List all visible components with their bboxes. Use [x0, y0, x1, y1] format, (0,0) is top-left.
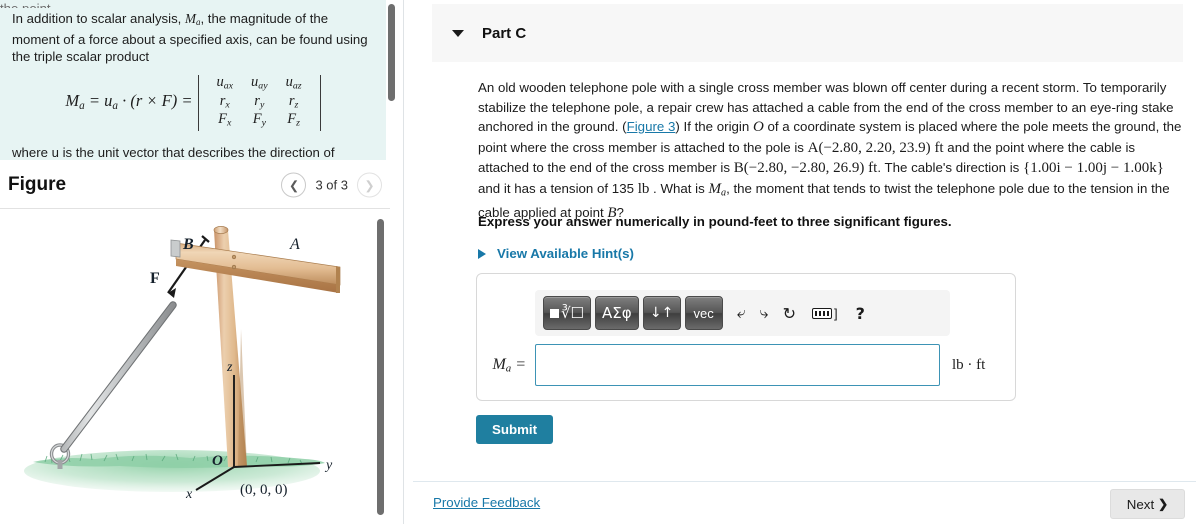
figure-scrollbar-thumb[interactable]	[377, 219, 384, 515]
label-axis-y: y	[324, 458, 333, 473]
right-panel: Part C An old wooden telephone pole with…	[405, 0, 1200, 524]
nth-root-icon: ∛☐	[561, 304, 585, 322]
filled-square-icon	[550, 308, 559, 318]
unit-ft-a: ft	[930, 139, 944, 156]
answer-entry-card: ∛☐ ΑΣφ ↓↑ vec ⤶ ⤷ ↻ ] ? Ma = lb · ft	[476, 273, 1016, 401]
provide-feedback-link[interactable]: Provide Feedback	[433, 495, 540, 510]
intro-paragraph: In addition to scalar analysis, Ma, the …	[12, 10, 374, 65]
figure-navigation: ❮ 3 of 3 ❯	[281, 172, 382, 198]
keyboard-icon[interactable]: ]	[812, 306, 838, 321]
question-sentence-2: ) If the origin	[675, 119, 753, 134]
keyboard-bracket: ]	[834, 305, 838, 321]
part-c-header[interactable]: Part C	[432, 4, 1183, 62]
label-point-A: A	[289, 236, 300, 253]
question-sentence-5: . The cable's direction is	[877, 160, 1024, 175]
where-clause-clipped: where u is the unit vector that describe…	[12, 145, 335, 160]
telephone-pole-diagram: B A F z y x O (0, 0, 0)	[24, 226, 341, 502]
label-axis-x: x	[185, 487, 193, 502]
answer-input-row: Ma = lb · ft	[477, 344, 1015, 386]
matrix-row: Fx Fy Fz	[218, 111, 300, 129]
question-sentence-7: . What is	[649, 180, 709, 196]
reset-icon[interactable]: ↻	[783, 304, 796, 323]
figure-counter: 3 of 3	[315, 177, 348, 193]
label-force-F: F	[150, 270, 160, 287]
matrix-row: uax uay uaz	[216, 74, 302, 92]
tension-unit: lb	[637, 180, 650, 197]
view-hints-label: View Available Hint(s)	[497, 246, 634, 261]
cable-bracket-at-B	[170, 239, 181, 258]
vector-button[interactable]: vec	[684, 296, 723, 330]
help-icon[interactable]: ?	[856, 304, 865, 323]
mastering-physics-page: the point. In addition to scalar analysi…	[0, 0, 1200, 524]
origin-symbol: O	[752, 119, 764, 135]
question-sentence-6: and it has a tension of 135	[478, 180, 638, 196]
chevron-left-icon: ❮	[288, 178, 299, 192]
figure-next-button[interactable]: ❯	[357, 172, 382, 198]
figure-header: Figure ❮ 3 of 3 ❯	[0, 163, 390, 207]
chevron-right-icon: ❯	[1158, 497, 1169, 511]
intro-scrollbar-thumb[interactable]	[388, 4, 395, 101]
stabilizing-cable	[60, 301, 177, 453]
label-point-B: B	[182, 236, 194, 253]
answer-format-instruction: Express your answer numerically in pound…	[478, 214, 952, 229]
template-root-button[interactable]: ∛☐	[543, 296, 592, 330]
label-origin-coordinates: (0, 0, 0)	[240, 482, 288, 498]
arrows-button[interactable]: ↓↑	[642, 296, 681, 330]
label-axis-z: z	[226, 360, 233, 375]
left-panel: the point. In addition to scalar analysi…	[0, 0, 404, 524]
keyboard-glyph	[812, 307, 832, 319]
figure-title: Figure	[8, 174, 67, 195]
intro-pre-text: In addition to scalar analysis,	[12, 11, 185, 26]
caret-down-icon[interactable]	[452, 29, 464, 37]
math-toolbar: ∛☐ ΑΣφ ↓↑ vec ⤶ ⤷ ↻ ] ?	[535, 290, 950, 336]
label-origin-O: O	[212, 453, 223, 469]
cross-member	[175, 242, 341, 293]
part-title: Part C	[482, 24, 527, 42]
figure-body: B A F z y x O (0, 0, 0)	[0, 209, 390, 524]
answer-input[interactable]	[535, 344, 940, 386]
unit-ft-b: ft	[864, 160, 878, 176]
greek-symbols-button[interactable]: ΑΣφ	[595, 296, 639, 330]
point-a-coordinates: A(−2.80, 2.20, 23.9)	[807, 139, 931, 156]
view-hints-toggle[interactable]: View Available Hint(s)	[478, 246, 634, 261]
intro-symbol-ma: Ma	[185, 11, 201, 28]
determinant-matrix: uax uay uaz rx ry rz Fx Fy Fz	[197, 74, 321, 131]
point-b-coordinates: B(−2.80, −2.80, 26.9)	[733, 160, 865, 176]
formula-left-hand-side: Ma = ua · (r × F) =	[65, 90, 193, 112]
clipped-previous-line: the point.	[0, 0, 386, 8]
answer-units: lb · ft	[952, 356, 986, 373]
triple-scalar-product-formula: Ma = ua · (r × F) = uax uay uaz rx ry rz	[12, 74, 374, 131]
cable-direction-vector: {1.00i − 1.00j − 1.00k}	[1023, 160, 1164, 176]
submit-button[interactable]: Submit	[476, 415, 553, 444]
undo-icon[interactable]: ⤶	[737, 303, 746, 323]
next-label: Next	[1126, 496, 1155, 512]
answer-label: Ma =	[492, 355, 526, 375]
figure-3-link[interactable]: Figure 3	[627, 119, 676, 134]
chevron-right-icon: ❯	[364, 178, 375, 192]
redo-icon[interactable]: ⤷	[760, 303, 769, 323]
ma-symbol-inline: Ma	[708, 180, 727, 199]
matrix-row: rx ry rz	[219, 92, 299, 111]
bottom-divider	[413, 481, 1196, 482]
caret-right-icon	[478, 248, 486, 259]
figure-prev-button[interactable]: ❮	[281, 172, 307, 198]
next-button[interactable]: Next ❯	[1110, 489, 1185, 519]
question-text: An old wooden telephone pole with a sing…	[478, 78, 1183, 223]
intro-theory-box: the point. In addition to scalar analysi…	[0, 0, 386, 160]
